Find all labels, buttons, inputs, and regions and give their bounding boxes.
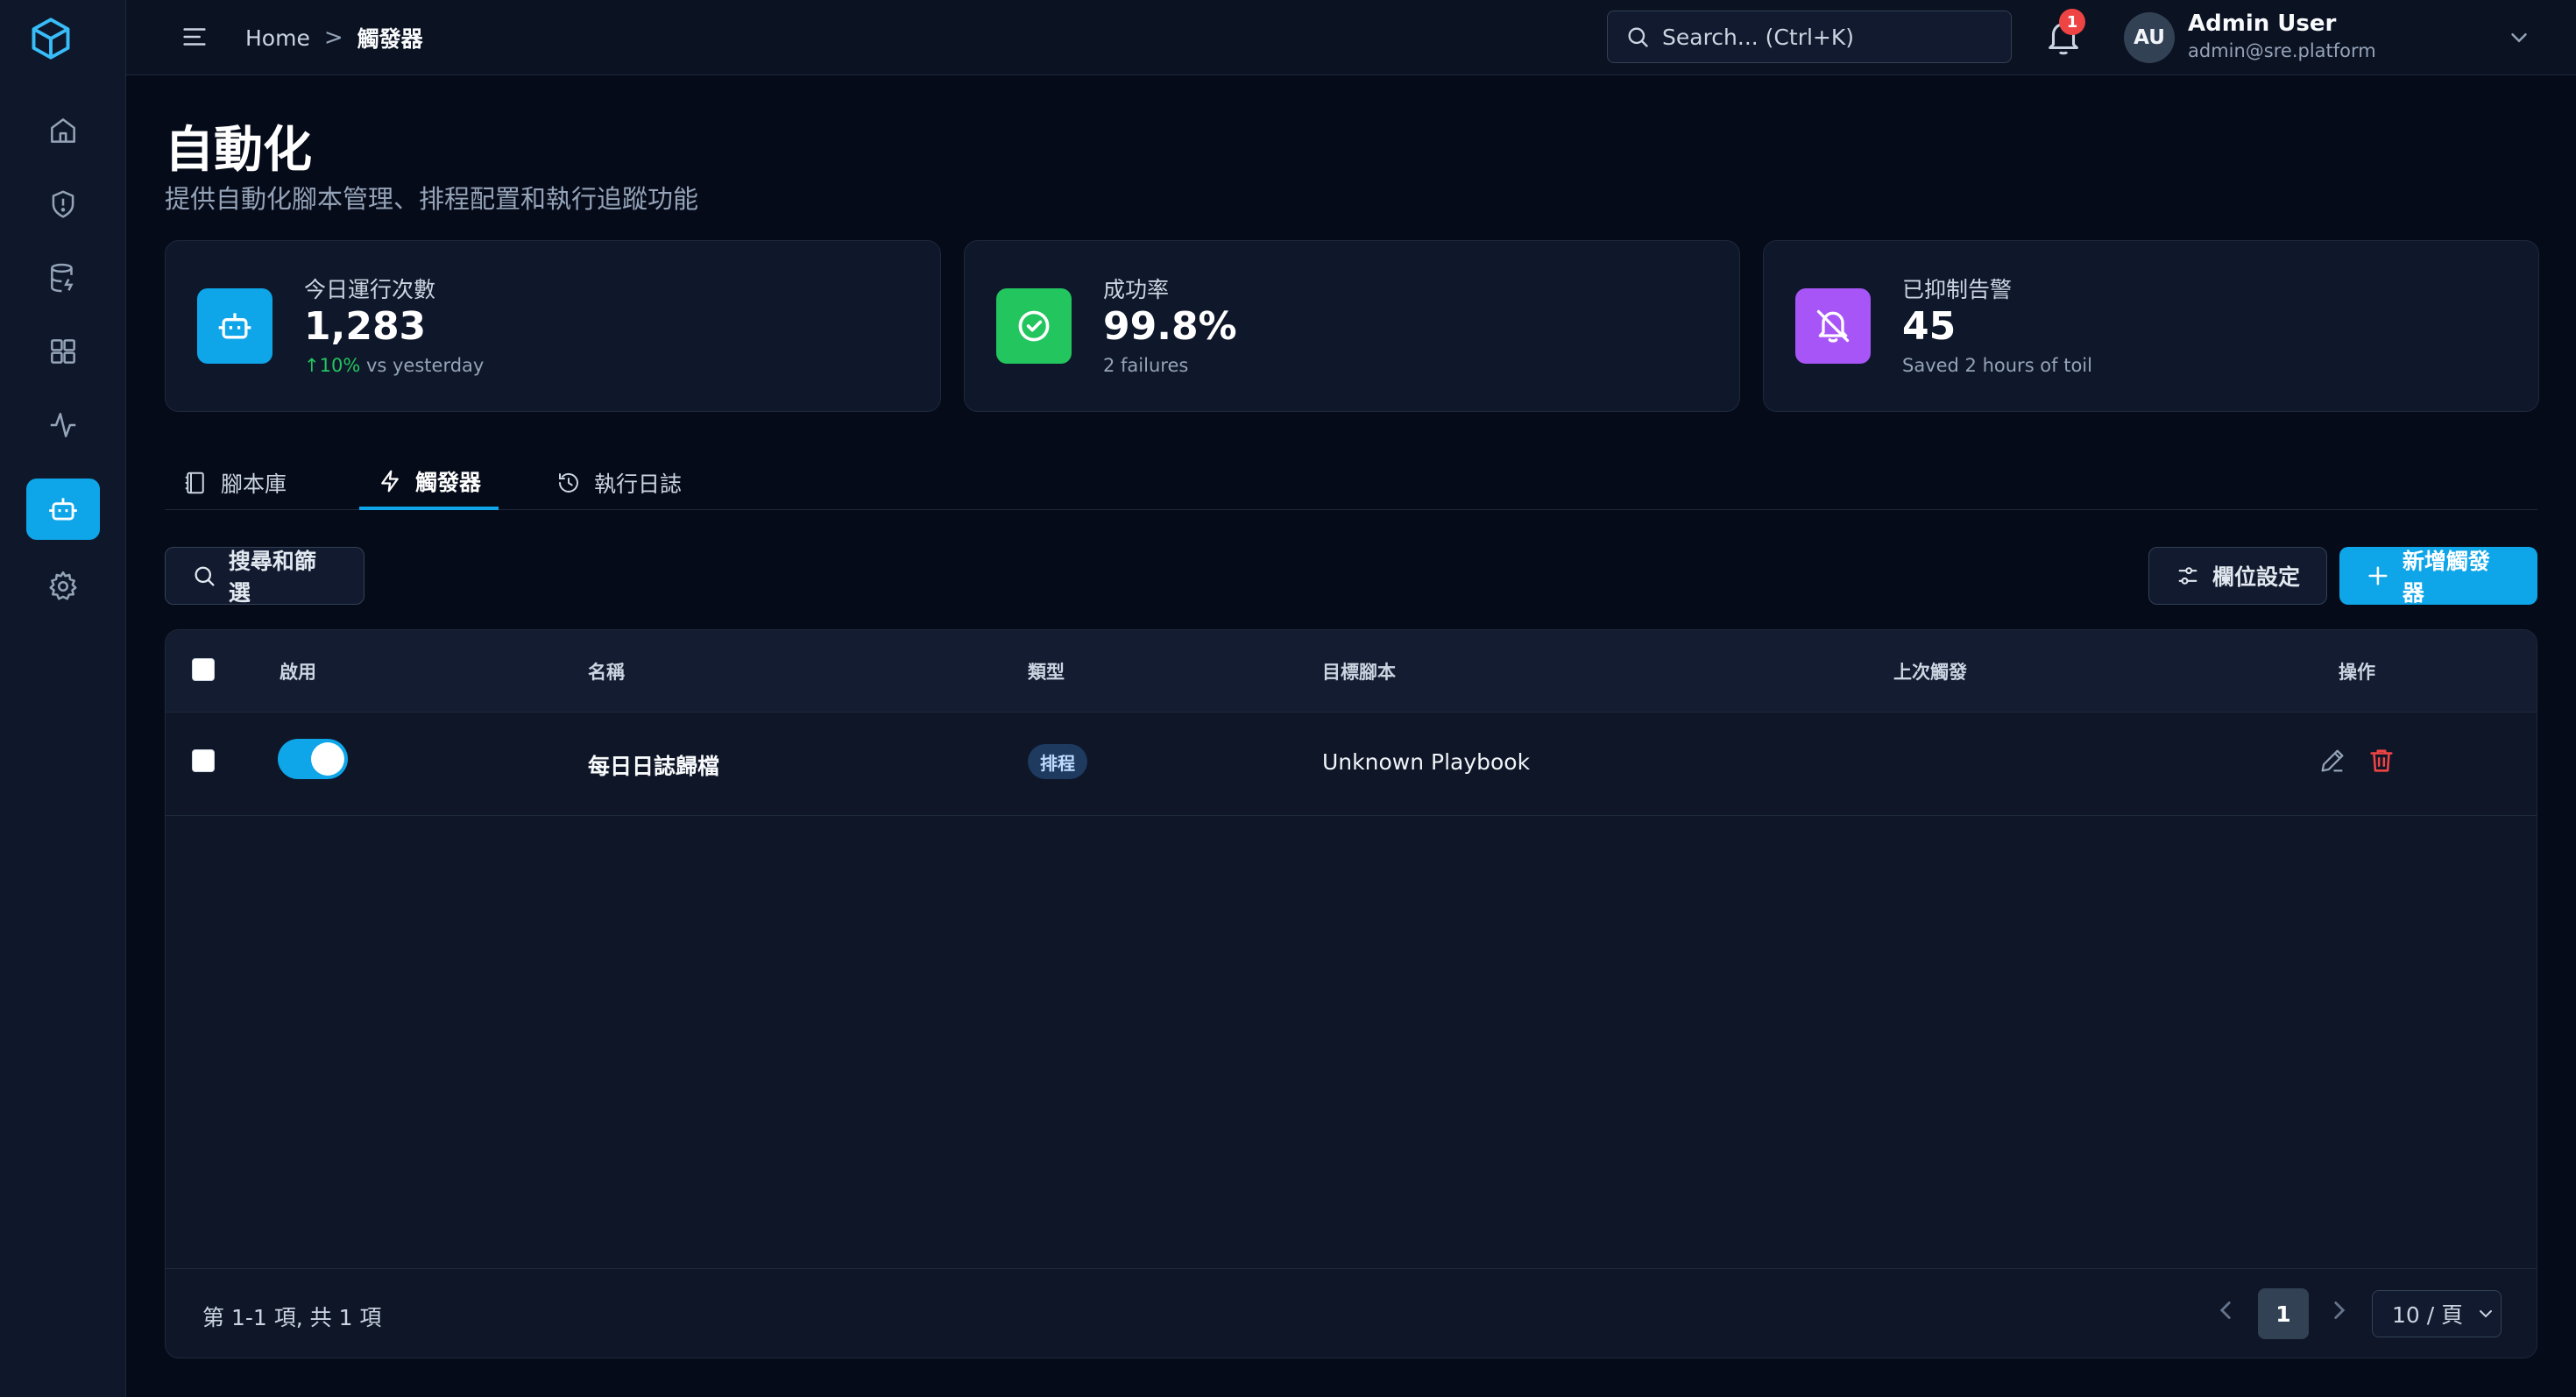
avatar[interactable]: AU	[2124, 12, 2175, 63]
history-icon	[559, 472, 578, 493]
column-header-type[interactable]: 類型	[1028, 658, 1065, 684]
column-header-last-triggered[interactable]: 上次觸發	[1893, 658, 1967, 684]
add-trigger-button[interactable]: 新增觸發器	[2339, 547, 2537, 606]
nav-settings[interactable]	[26, 556, 100, 617]
activity-icon	[50, 413, 76, 437]
nav-analysis[interactable]	[26, 394, 100, 456]
tab-bar: 腳本庫 觸發器 執行日誌	[165, 443, 2537, 510]
check-circle-icon	[1018, 310, 1050, 342]
page-size-select[interactable]: 10 / 頁	[2372, 1290, 2502, 1337]
sidebar	[0, 0, 126, 1397]
hamburger-icon	[183, 28, 206, 46]
stat-note: 2 failures	[1103, 355, 1189, 376]
stat-label: 已抑制告警	[1902, 277, 2013, 302]
nav-automation[interactable]	[26, 479, 100, 540]
dashboard-grid-icon	[51, 339, 75, 364]
prev-page-chevron-left-icon[interactable]	[2211, 1295, 2240, 1325]
button-label: 搜尋和篩選	[228, 549, 316, 606]
page-title: 自動化	[165, 122, 312, 179]
select-all-checkbox[interactable]	[192, 658, 215, 681]
button-label: 新增觸發器	[2402, 549, 2490, 606]
column-header-actions: 操作	[2339, 662, 2375, 683]
breadcrumb-current: 觸發器	[357, 26, 423, 52]
sliders-icon	[2178, 567, 2197, 585]
page-size-value: 10 / 頁	[2392, 1302, 2464, 1328]
tab-label: 腳本庫	[221, 472, 287, 497]
delete-trash-icon[interactable]	[2367, 746, 2396, 776]
stat-note: Saved 2 hours of toil	[1902, 355, 2092, 376]
stat-label: 今日運行次數	[304, 277, 436, 302]
notification-count-badge: 1	[2059, 9, 2085, 35]
tab-execution-logs[interactable]: 執行日誌	[538, 456, 699, 510]
database-icon	[51, 263, 74, 293]
tab-label: 觸發器	[415, 470, 482, 495]
column-header-enabled[interactable]: 啟用	[280, 658, 316, 684]
search-icon	[1628, 27, 1648, 47]
column-header-name[interactable]: 名稱	[588, 658, 625, 684]
global-search[interactable]	[1607, 11, 2012, 63]
stat-card-suppressed-alerts: 已抑制告警 45 Saved 2 hours of toil	[1763, 240, 2539, 412]
breadcrumb-separator: >	[323, 25, 343, 51]
table-row[interactable]: 每日日誌歸檔 排程 Unknown Playbook	[166, 713, 2537, 816]
breadcrumb-home-link[interactable]: Home	[245, 25, 310, 51]
user-email: admin@sre.platform	[2188, 40, 2376, 61]
breadcrumb: Home > 觸發器	[245, 21, 423, 54]
robot-icon	[49, 498, 77, 521]
next-page-chevron-right-icon[interactable]	[2325, 1295, 2354, 1325]
target-script: Unknown Playbook	[1322, 749, 1531, 775]
lightning-icon	[381, 470, 399, 493]
shield-alert-icon	[52, 190, 74, 218]
gear-icon	[49, 571, 77, 600]
nav-resources[interactable]	[26, 247, 100, 308]
table-header: 啟用 名稱 類型 目標腳本 上次觸發 操作	[166, 630, 2537, 713]
nav-home[interactable]	[26, 100, 100, 161]
stat-icon-box	[996, 288, 1072, 364]
user-menu-chevron-down-icon[interactable]	[2506, 25, 2532, 51]
edit-pencil-icon[interactable]	[2318, 746, 2347, 776]
stat-label: 成功率	[1103, 277, 1170, 302]
trend-up-indicator: ↑10%	[304, 355, 361, 376]
user-name[interactable]: Admin User	[2188, 11, 2336, 37]
table-footer: 第 1-1 項, 共 1 項 1 10 / 頁	[166, 1268, 2537, 1358]
nav-dashboards[interactable]	[26, 321, 100, 382]
book-icon	[185, 472, 204, 494]
menu-toggle-button[interactable]	[175, 18, 214, 56]
type-badge: 排程	[1028, 744, 1087, 779]
column-header-target-script[interactable]: 目標腳本	[1322, 658, 1396, 684]
plus-icon	[2368, 566, 2388, 585]
page-number-current[interactable]: 1	[2258, 1288, 2309, 1339]
stat-value: 45	[1902, 304, 1957, 349]
chevron-down-icon	[2480, 1310, 2493, 1318]
stat-card-success-rate: 成功率 99.8% 2 failures	[964, 240, 1740, 412]
stat-card-runs-today: 今日運行次數 1,283 ↑10% vs yesterday	[165, 240, 941, 412]
page-subtitle: 提供自動化腳本管理、排程配置和執行追蹤功能	[165, 184, 699, 214]
logo-cube-icon[interactable]	[25, 12, 77, 65]
button-label: 欄位設定	[2212, 564, 2301, 590]
stat-note: ↑10% vs yesterday	[304, 355, 484, 376]
pagination-summary: 第 1-1 項, 共 1 項	[202, 1305, 382, 1330]
stat-value: 1,283	[304, 304, 427, 349]
tab-triggers[interactable]: 觸發器	[359, 456, 499, 510]
enabled-toggle[interactable]	[278, 739, 348, 779]
trigger-name[interactable]: 每日日誌歸檔	[588, 749, 719, 781]
search-filter-button[interactable]: 搜尋和篩選	[165, 547, 364, 606]
search-icon	[195, 566, 215, 586]
toggle-knob	[311, 742, 344, 776]
stat-value: 99.8%	[1103, 304, 1237, 349]
stat-note-text: vs yesterday	[360, 355, 485, 376]
robot-icon	[218, 313, 251, 339]
tab-label: 執行日誌	[594, 472, 683, 497]
stat-icon-box	[197, 288, 272, 364]
tab-script-library[interactable]: 腳本庫	[165, 456, 304, 510]
nav-incidents[interactable]	[26, 174, 100, 235]
bell-off-icon	[1816, 309, 1850, 343]
column-settings-button[interactable]: 欄位設定	[2148, 547, 2327, 605]
stat-icon-box	[1795, 288, 1871, 364]
search-input[interactable]	[1662, 24, 1995, 50]
home-icon	[51, 118, 75, 143]
triggers-table: 啟用 名稱 類型 目標腳本 上次觸發 操作 每日日誌歸檔 排程 Unknown …	[165, 629, 2537, 1358]
row-checkbox[interactable]	[192, 749, 215, 772]
